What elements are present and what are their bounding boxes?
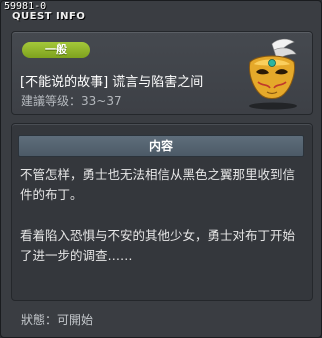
category-badge: 一般 [22, 42, 90, 58]
content-header: 内容 [18, 135, 304, 157]
golden-mask-icon [249, 38, 297, 110]
title-bar[interactable]: QUEST INFO [1, 9, 321, 25]
mask-shadow [249, 102, 297, 110]
quest-level: 建議等级：33~37 [21, 94, 122, 108]
quest-status: 狀態：可開始 [21, 313, 94, 327]
content-paragraph-2: 看着陷入恐惧与不安的其他少女，勇士对布丁开始了进一步的调查…… [20, 228, 296, 263]
quest-name: [不能说的故事] 谎言与陷害之间 [20, 75, 204, 90]
mask-jewel [268, 59, 276, 67]
quest-summary-card: 一般 [不能说的故事] 谎言与陷害之间 建議等级：33~37 [11, 31, 313, 115]
content-panel: 内容 [11, 123, 313, 301]
window-title: QUEST INFO [12, 11, 86, 22]
quest-info-window: 59981-0 QUEST INFO 一般 [不能说的故事] 谎言与陷害之间 建… [0, 0, 322, 338]
content-paragraph-1: 不管怎样，勇士也无法相信从黑色之翼那里收到信件的布丁。 [20, 167, 296, 202]
